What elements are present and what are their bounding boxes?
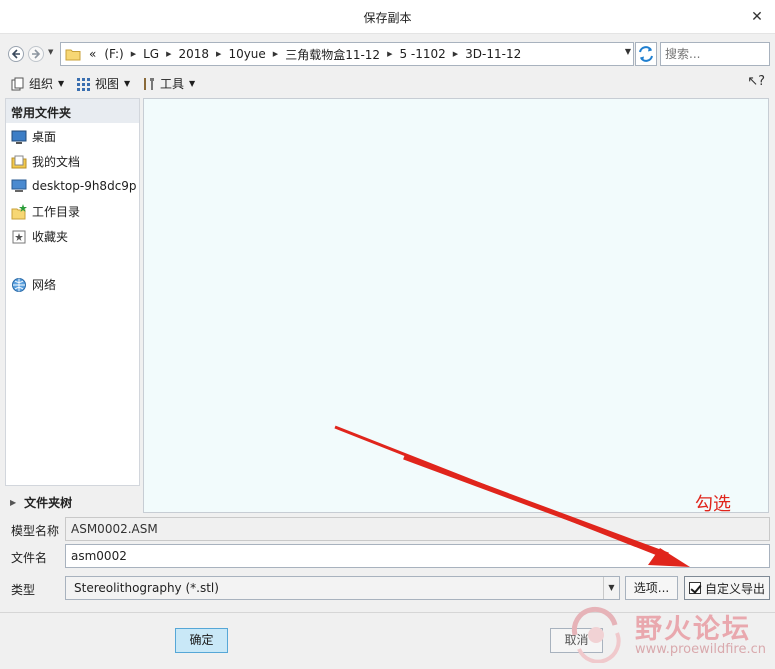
- tools-menu[interactable]: 工具 ▼: [141, 75, 195, 92]
- crumb-10yue[interactable]: 10yue ▶: [228, 47, 285, 61]
- model-name-row: 模型名称 ASM0002.ASM: [0, 517, 775, 541]
- file-list-area[interactable]: [143, 98, 769, 513]
- crumb-separator-icon: ▶: [387, 50, 393, 58]
- refresh-icon: [639, 46, 653, 62]
- type-row: 类型 Stereolithography (*.stl) ▼ 选项... 自定义…: [0, 576, 775, 600]
- search-input[interactable]: [665, 47, 765, 61]
- title-bar: 保存副本 ✕: [0, 0, 775, 34]
- expand-triangle-icon: ▶: [10, 498, 17, 507]
- crumb-separator-icon: ▶: [452, 50, 459, 58]
- tools-icon: [144, 77, 154, 90]
- chevron-down-icon: ▼: [189, 79, 196, 88]
- sidebar-item-documents[interactable]: 我的文档: [11, 153, 80, 170]
- working-directory-icon: [11, 203, 27, 220]
- folder-tree-toggle[interactable]: ▶ 文件夹树: [10, 494, 72, 511]
- crumb-box[interactable]: 三角载物盒11-12 ▶: [285, 46, 399, 63]
- toolbar: 组织 ▼ 视图 ▼ 工具 ▼ ↖?: [0, 70, 775, 96]
- sidebar-item-working-directory[interactable]: 工作目录: [11, 203, 80, 220]
- organize-menu[interactable]: 组织 ▼: [10, 75, 64, 92]
- help-pointer-icon[interactable]: ↖?: [747, 74, 765, 89]
- crumb-3d[interactable]: 3D-11-12: [465, 47, 521, 61]
- view-icon: [77, 77, 90, 91]
- organize-icon: [11, 77, 24, 90]
- common-folders-panel: 常用文件夹 桌面 我的文档 desktop-9h8dc9p 工作目录 收藏夹 网…: [5, 98, 140, 486]
- options-button[interactable]: 选项...: [625, 576, 678, 600]
- view-menu[interactable]: 视图 ▼: [76, 75, 130, 92]
- crumb-1102[interactable]: 5 -1102 ▶: [399, 47, 465, 61]
- sidebar-item-network[interactable]: 网络: [11, 276, 56, 293]
- chevron-down-icon: ▼: [603, 577, 619, 599]
- address-dropdown-icon[interactable]: ▼: [625, 47, 631, 56]
- file-name-label: 文件名: [11, 551, 48, 565]
- file-type-select[interactable]: Stereolithography (*.stl) ▼: [65, 576, 620, 600]
- custom-export-checkbox[interactable]: 自定义导出: [684, 576, 770, 600]
- search-field[interactable]: [660, 42, 770, 66]
- documents-icon: [11, 154, 27, 170]
- crumb-lg[interactable]: LG ▶: [143, 47, 178, 61]
- forward-arrow-icon: [32, 49, 41, 59]
- window-title: 保存副本: [363, 11, 412, 25]
- address-row: ▼ « (F:) ▶ LG ▶ 2018 ▶ 10yue ▶ 三角载物盒11-12 ▶ 5…: [0, 40, 775, 68]
- type-label: 类型: [11, 583, 36, 597]
- sidebar-item-computer[interactable]: desktop-9h8dc9p: [11, 178, 137, 194]
- back-button[interactable]: [8, 46, 24, 62]
- ok-button[interactable]: 确定: [175, 628, 228, 653]
- model-name-label: 模型名称: [11, 524, 60, 538]
- file-name-field[interactable]: [65, 544, 770, 568]
- close-icon[interactable]: ✕: [747, 7, 767, 27]
- footer-separator: [0, 612, 775, 613]
- common-folders-header: 常用文件夹: [6, 99, 139, 123]
- watermark-url: www.proewildfire.cn: [635, 642, 766, 657]
- folder-icon: [65, 48, 81, 61]
- forward-button[interactable]: [28, 46, 44, 62]
- history-dropdown-icon[interactable]: ▼: [48, 48, 56, 58]
- model-name-field: ASM0002.ASM: [65, 517, 770, 541]
- file-name-row: 文件名: [0, 544, 775, 568]
- refresh-button[interactable]: [635, 42, 657, 66]
- crumb-drive[interactable]: (F:) ▶: [96, 47, 143, 61]
- favorites-icon: [11, 229, 27, 245]
- checkbox-checked-icon: [689, 582, 701, 594]
- annotation-text: 勾选: [695, 494, 731, 515]
- crumb-2018[interactable]: 2018 ▶: [179, 47, 229, 61]
- desktop-icon: [11, 129, 27, 145]
- sidebar-item-favorites[interactable]: 收藏夹: [11, 228, 68, 245]
- crumb-separator-icon: ▶: [130, 50, 137, 58]
- crumb-separator-icon: ▶: [272, 50, 279, 58]
- back-arrow-icon: [11, 49, 20, 59]
- network-icon: [11, 277, 27, 293]
- address-bar[interactable]: « (F:) ▶ LG ▶ 2018 ▶ 10yue ▶ 三角载物盒11-12 ▶ 5 -…: [60, 42, 634, 66]
- chevron-down-icon: ▼: [124, 79, 131, 88]
- file-name-input[interactable]: [71, 549, 764, 563]
- computer-icon: [11, 178, 27, 194]
- sidebar-item-desktop[interactable]: 桌面: [11, 128, 56, 145]
- chevron-down-icon: ▼: [58, 79, 65, 88]
- crumb-separator-icon: ▶: [216, 50, 222, 58]
- crumb-overflow[interactable]: «: [89, 47, 96, 61]
- crumb-separator-icon: ▶: [166, 50, 172, 58]
- cancel-button[interactable]: 取消: [550, 628, 603, 653]
